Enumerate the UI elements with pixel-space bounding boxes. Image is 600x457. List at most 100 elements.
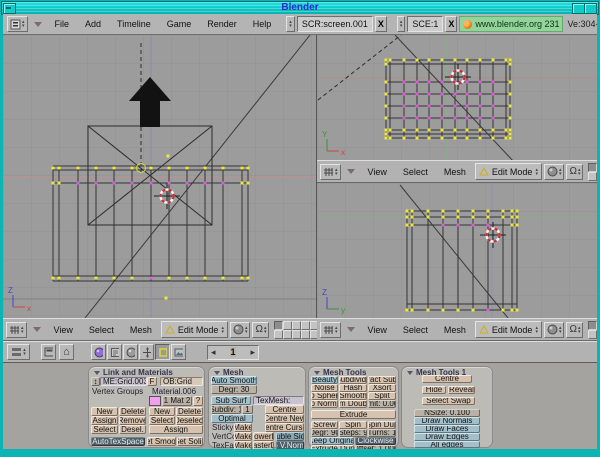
centre-cursor-button[interactable]: Centre Cursor: [265, 423, 304, 432]
viewport-menu-mesh[interactable]: Mesh: [130, 325, 152, 335]
noise-button[interactable]: Noise: [311, 384, 338, 392]
draw-edges-toggle[interactable]: Draw Edges: [414, 433, 480, 441]
draw-type-dropdown[interactable]: ▴▾: [544, 322, 565, 338]
no-vnormal-flip-toggle[interactable]: No V.Normal: [276, 441, 304, 449]
spin-dup-button[interactable]: Spin Dup: [368, 421, 396, 429]
collapse-arrow-icon[interactable]: [347, 169, 355, 174]
collapse-arrow-icon[interactable]: [33, 327, 41, 332]
material-assign-button[interactable]: Assign: [149, 425, 203, 434]
scene-context-button[interactable]: [171, 344, 186, 360]
scene-browse-button[interactable]: ▴▾: [397, 16, 406, 32]
viewport-top[interactable]: Y x: [317, 35, 597, 160]
vgroup-select-button[interactable]: Select: [91, 425, 118, 434]
vgroup-remove-button[interactable]: Remove: [119, 416, 146, 425]
screen-browse-button[interactable]: ▴▾: [286, 16, 295, 32]
screen-delete-button[interactable]: X: [375, 16, 387, 32]
frame-next-icon[interactable]: ▸: [250, 347, 255, 358]
menu-timeline[interactable]: Timeline: [117, 19, 151, 29]
menu-file[interactable]: File: [55, 19, 70, 29]
keep-original-toggle[interactable]: Keep Original: [311, 437, 354, 445]
auto-smooth-degrees-stepper[interactable]: Degr: 30: [211, 385, 257, 394]
info-window-type-button[interactable]: ▴▾: [7, 16, 28, 32]
subdivide-button[interactable]: Subdivide: [339, 376, 367, 384]
double-sided-toggle[interactable]: Double Sided: [276, 432, 304, 441]
scene-delete-button[interactable]: X: [445, 16, 457, 32]
menu-add[interactable]: Add: [85, 19, 101, 29]
object-context-button[interactable]: [139, 344, 154, 360]
3dview-window-type-button[interactable]: ▴▾: [320, 164, 341, 180]
material-deselect-button[interactable]: Deselect: [176, 416, 203, 425]
reveal-button[interactable]: Reveal: [448, 386, 475, 394]
viewport-menu-select[interactable]: Select: [89, 325, 114, 335]
draw-type-dropdown[interactable]: ▴▾: [544, 164, 565, 180]
viewport-front-canvas[interactable]: Z x: [3, 35, 317, 318]
material-index-stepper[interactable]: 1 Mat 2: [162, 396, 192, 406]
fract-subd-button[interactable]: Fract Subd: [368, 376, 396, 384]
viewport-menu-view[interactable]: View: [368, 325, 387, 335]
viewport-menu-mesh[interactable]: Mesh: [444, 325, 466, 335]
pivot-dropdown[interactable]: Ω ▴▾: [566, 164, 583, 180]
3dview-window-type-button[interactable]: ▴▾: [320, 322, 341, 338]
material-delete-button[interactable]: Delete: [176, 407, 203, 416]
window-close-button[interactable]: [584, 3, 597, 14]
layer-buttons[interactable]: [588, 163, 597, 181]
hide-button[interactable]: Hide: [422, 386, 446, 394]
viewport-menu-select[interactable]: Select: [403, 167, 428, 177]
editing-context-button[interactable]: [155, 344, 170, 360]
xsort-button[interactable]: Xsort: [368, 384, 396, 392]
sticky-make-button[interactable]: Make: [234, 423, 252, 432]
collapse-arrow-icon[interactable]: [347, 327, 355, 332]
to-sphere-button[interactable]: To Sphere: [311, 392, 338, 400]
material-new-button[interactable]: New: [149, 407, 175, 416]
split-button[interactable]: Split: [368, 392, 396, 400]
frame-number-stepper[interactable]: ◂ 1 ▸: [207, 345, 259, 360]
subdiv-render-stepper[interactable]: 1: [242, 405, 253, 414]
optimal-toggle[interactable]: Optimal: [211, 414, 253, 423]
panel-title[interactable]: Link and Materials: [94, 368, 173, 377]
centre-button[interactable]: Centre: [265, 405, 304, 414]
limit-stepper[interactable]: Limit: 0.001: [368, 400, 396, 408]
object-name-field[interactable]: OB:Grid: [160, 377, 203, 386]
draw-type-dropdown[interactable]: ▴▾: [230, 322, 251, 338]
mode-dropdown[interactable]: Edit Mode ▴▾: [161, 321, 228, 338]
viewport-menu-view[interactable]: View: [368, 167, 387, 177]
script-context-button[interactable]: [107, 344, 122, 360]
collapse-arrow-icon[interactable]: [34, 22, 42, 27]
texface-make-button[interactable]: Make: [234, 441, 252, 449]
subdiv-stepper[interactable]: Subdiv: 1: [211, 405, 241, 414]
vgroup-new-button[interactable]: New: [91, 407, 118, 416]
vertcol-make-button[interactable]: Make: [234, 432, 252, 441]
menu-help[interactable]: Help: [253, 19, 272, 29]
extrude-dup-button[interactable]: Extrude Dup: [311, 445, 354, 449]
viewport-menu-view[interactable]: View: [54, 325, 73, 335]
spin-steps-stepper[interactable]: Steps: 9: [339, 429, 367, 437]
mode-dropdown[interactable]: Edit Mode ▴▾: [475, 163, 542, 180]
auto-smooth-toggle[interactable]: Auto Smooth: [211, 376, 257, 385]
pivot-dropdown[interactable]: Ω ▴▾: [566, 322, 583, 338]
fake-user-button[interactable]: F: [147, 377, 157, 386]
draw-faces-toggle[interactable]: Draw Faces: [414, 425, 480, 433]
layer-buttons[interactable]: [274, 321, 317, 339]
screw-button[interactable]: Screw: [311, 421, 338, 429]
beauty-toggle[interactable]: Beauty: [311, 376, 338, 384]
subsurf-toggle[interactable]: Sub Surf: [211, 396, 251, 405]
clockwise-toggle[interactable]: Clockwise: [355, 437, 396, 445]
set-solid-button[interactable]: Set Solid: [177, 437, 203, 446]
buttons-window[interactable]: Link and Materials ↕ ME:Grid.003 F OB:Gr…: [3, 363, 597, 449]
viewport-side-canvas[interactable]: Z y: [317, 183, 597, 318]
frame-prev-icon[interactable]: ◂: [211, 347, 216, 358]
spin-turns-stepper[interactable]: Turns: 1: [368, 429, 396, 437]
rem-doubles-button[interactable]: Rem Doubles: [339, 400, 367, 408]
mesh-browse-button[interactable]: ↕: [91, 377, 100, 386]
smooth-button[interactable]: Smooth: [339, 392, 367, 400]
scene-name-field[interactable]: SCE:1: [407, 16, 443, 32]
autotexspace-toggle[interactable]: AutoTexSpace: [91, 437, 145, 446]
logic-context-button[interactable]: [91, 344, 106, 360]
material-question-button[interactable]: ?: [193, 396, 203, 406]
buttons-window-type-button[interactable]: ▴▾: [7, 344, 30, 360]
extrude-button[interactable]: Extrude: [311, 410, 396, 419]
material-select-button[interactable]: Select: [149, 416, 175, 425]
home-view-button[interactable]: ⌂: [59, 344, 74, 360]
faster-draw-button[interactable]: FasterDr: [253, 441, 274, 449]
screen-name-field[interactable]: SCR:screen.001: [297, 16, 373, 32]
